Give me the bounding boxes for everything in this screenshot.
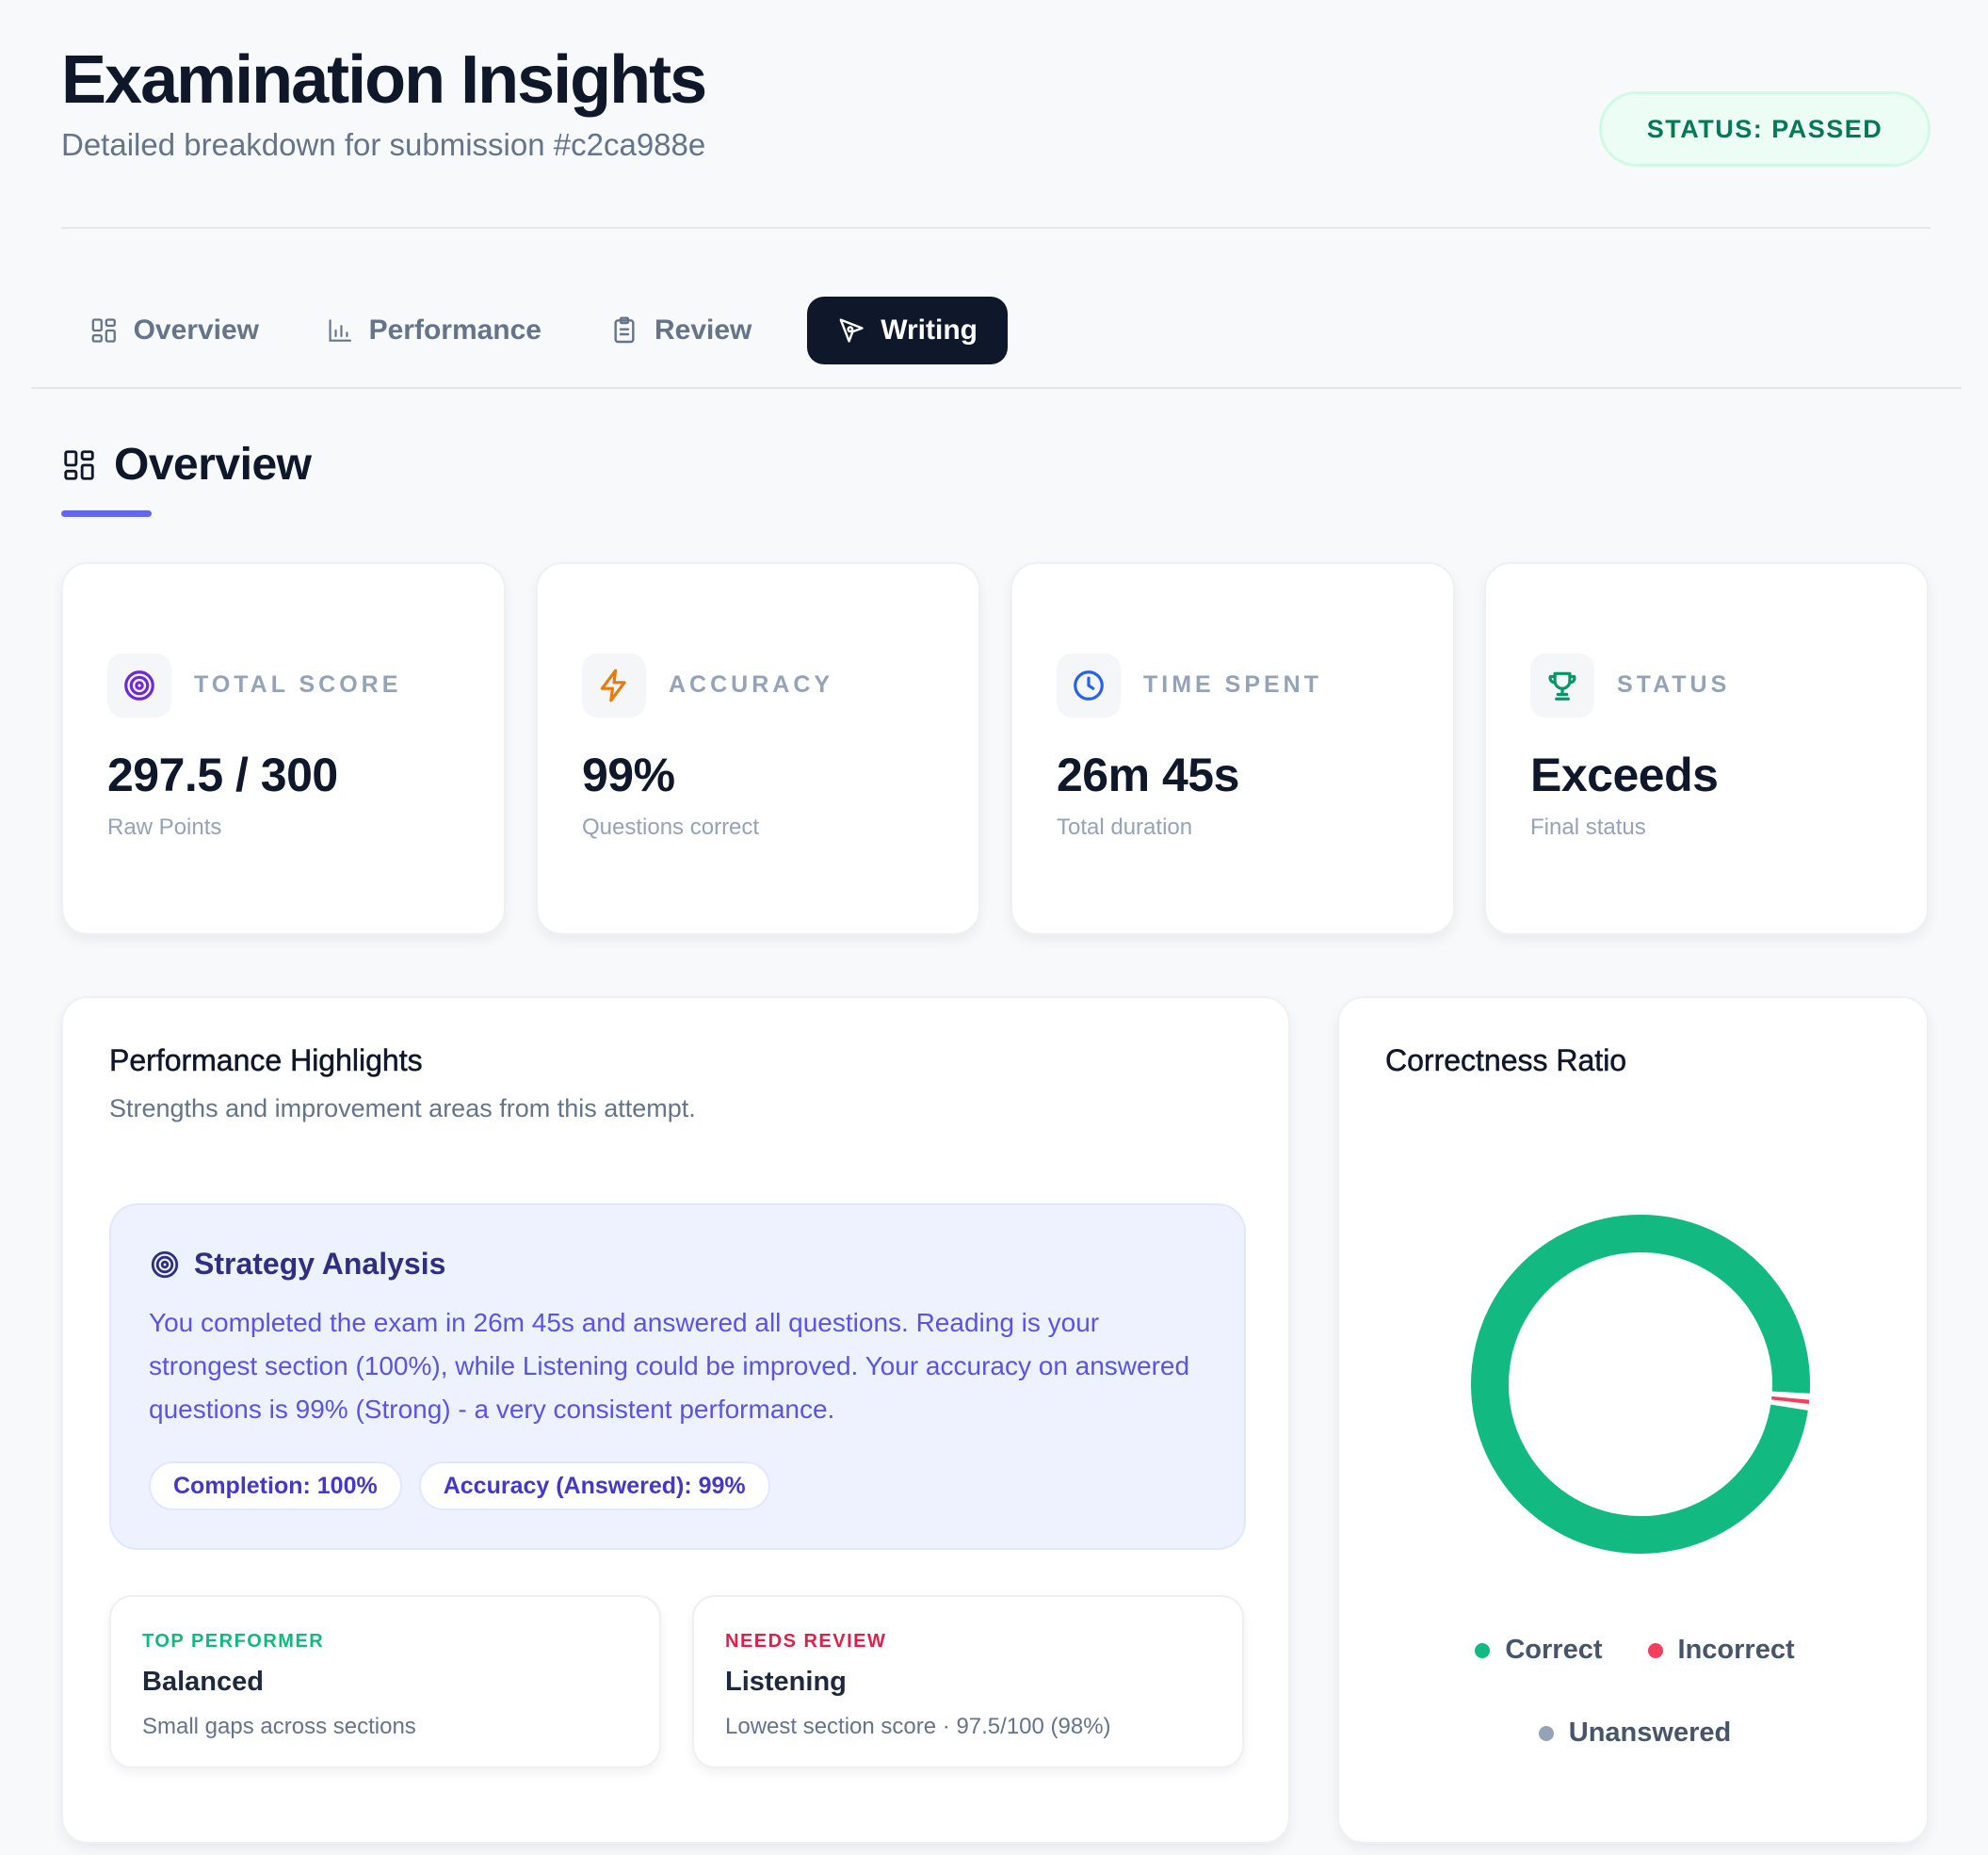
exam-insights-page: Examination Insights Detailed breakdown …	[0, 0, 1988, 1855]
stat-card-time-spent: TIME SPENT 26m 45s Total duration	[1010, 562, 1455, 935]
stat-label: TIME SPENT	[1143, 671, 1323, 698]
legend-label: Correct	[1505, 1635, 1603, 1665]
trophy-icon	[1548, 671, 1576, 701]
performance-highlights-panel: Performance Highlights Strengths and imp…	[61, 996, 1290, 1844]
legend-dot	[1647, 1642, 1663, 1658]
target-icon	[124, 670, 154, 701]
stat-value: 297.5 / 300	[107, 749, 338, 801]
stat-icon-box	[1057, 653, 1121, 718]
stat-caption: Questions correct	[582, 815, 760, 840]
stat-value: 26m 45s	[1057, 749, 1239, 801]
strategy-chips: Completion: 100% Accuracy (Answered): 99…	[149, 1461, 770, 1510]
needs-review-kicker: NEEDS REVIEW	[725, 1631, 887, 1652]
legend-label: Unanswered	[1568, 1718, 1732, 1748]
completion-chip: Completion: 100%	[149, 1461, 402, 1510]
legend-item-incorrect[interactable]: Incorrect	[1647, 1635, 1795, 1666]
chart-legend-row-2: Unanswered	[1339, 1718, 1931, 1749]
stat-caption: Raw Points	[107, 815, 222, 840]
strategy-heading: Strategy Analysis	[149, 1247, 445, 1282]
stat-label: STATUS	[1617, 671, 1731, 698]
donut-slice-correct[interactable]	[1471, 1215, 1810, 1554]
legend-label: Incorrect	[1677, 1635, 1795, 1665]
stat-icon-box	[1530, 653, 1594, 718]
legend-item-correct[interactable]: Correct	[1475, 1635, 1603, 1666]
legend-item-unanswered[interactable]: Unanswered	[1538, 1718, 1732, 1749]
panel-subtitle: Strengths and improvement areas from thi…	[109, 1094, 696, 1122]
strategy-title: Strategy Analysis	[194, 1247, 446, 1281]
tab-review[interactable]: Review	[579, 297, 794, 364]
strategy-analysis-box: Strategy Analysis You completed the exam…	[109, 1203, 1246, 1550]
pen-tool-icon	[839, 318, 864, 343]
stat-label: ACCURACY	[669, 671, 834, 698]
tab-overview[interactable]: Overview	[61, 297, 289, 364]
strategy-text: You completed the exam in 26m 45s and an…	[149, 1308, 1190, 1424]
needs-review-card: NEEDS REVIEW Listening Lowest section sc…	[692, 1595, 1244, 1768]
tab-divider	[31, 387, 1962, 389]
stat-card-accuracy: ACCURACY 99% Questions correct	[536, 562, 980, 935]
tab-label: Review	[655, 315, 752, 346]
needs-review-title: Listening	[725, 1667, 847, 1697]
tab-bar: Overview Performance Review Writing	[61, 297, 1008, 364]
grid-icon	[64, 449, 94, 480]
chart-legend: Correct Incorrect	[1339, 1635, 1931, 1666]
chart-title: Correctness Ratio	[1385, 1043, 1627, 1078]
page-title: Examination Insights	[61, 42, 707, 118]
stat-icon-box	[107, 653, 171, 718]
page-subtitle: Detailed breakdown for submission #c2ca9…	[61, 127, 706, 162]
tab-label: Performance	[368, 315, 541, 346]
tab-label: Overview	[133, 315, 259, 346]
stat-value: Exceeds	[1530, 749, 1719, 801]
top-performer-title: Balanced	[142, 1667, 264, 1697]
tab-performance[interactable]: Performance	[297, 297, 572, 364]
section-title: Overview	[114, 440, 312, 490]
top-performer-kicker: TOP PERFORMER	[142, 1631, 325, 1652]
grid-icon	[91, 318, 116, 343]
header-divider	[61, 227, 1931, 229]
stat-icon-box	[582, 653, 646, 718]
clock-icon	[1074, 670, 1104, 701]
panel-title: Performance Highlights	[109, 1043, 423, 1078]
bar-chart-icon	[329, 319, 352, 342]
stat-card-status: STATUS Exceeds Final status	[1484, 562, 1929, 935]
accuracy-chip: Accuracy (Answered): 99%	[418, 1461, 770, 1510]
top-performer-desc: Small gaps across sections	[142, 1714, 416, 1739]
status-badge: STATUS: PASSED	[1599, 91, 1931, 167]
stat-label: TOTAL SCORE	[194, 671, 402, 698]
stat-caption: Final status	[1530, 815, 1646, 840]
section-heading: Overview	[61, 439, 312, 491]
page-header: Examination Insights Detailed breakdown …	[61, 38, 1931, 226]
tab-writing[interactable]: Writing	[807, 297, 1008, 364]
clipboard-icon	[614, 316, 635, 344]
lightning-icon	[600, 669, 626, 702]
correctness-ratio-panel: Correctness Ratio Correct Incorrect Unan…	[1337, 996, 1929, 1844]
needs-review-desc: Lowest section score · 97.5/100 (98%)	[725, 1714, 1111, 1739]
legend-dot	[1538, 1725, 1554, 1741]
top-performer-card: TOP PERFORMER Balanced Small gaps across…	[109, 1595, 661, 1768]
section-underline	[61, 510, 152, 517]
legend-dot	[1475, 1642, 1491, 1658]
stat-value: 99%	[582, 749, 675, 801]
tab-label: Writing	[881, 315, 978, 346]
stat-caption: Total duration	[1057, 815, 1193, 840]
target-icon	[151, 1250, 179, 1278]
stat-card-total-score: TOTAL SCORE 297.5 / 300 Raw Points	[61, 562, 506, 935]
donut-chart	[1471, 1215, 1810, 1554]
